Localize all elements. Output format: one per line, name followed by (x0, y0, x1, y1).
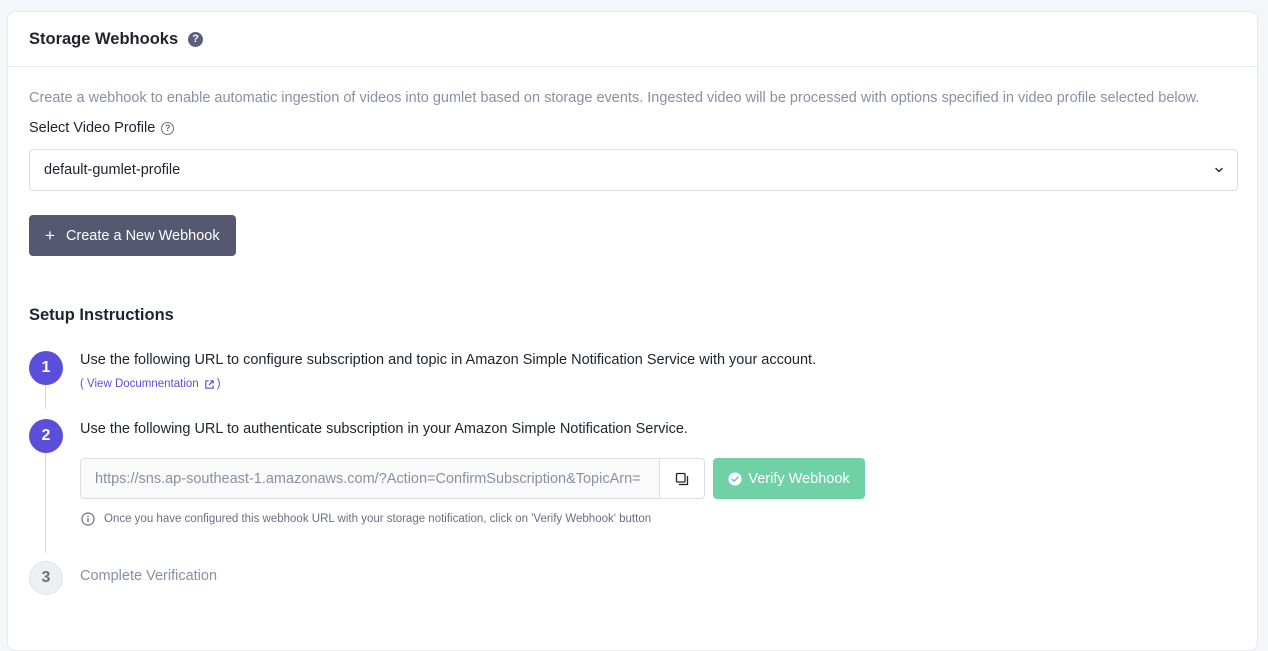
step-3-text: Complete Verification (80, 568, 218, 584)
step-1-text: Use the following URL to configure subsc… (80, 352, 817, 368)
create-webhook-button[interactable]: + Create a New Webhook (29, 215, 236, 256)
verify-hint: Once you have configured this webhook UR… (81, 512, 651, 526)
step-3-number: 3 (29, 561, 63, 595)
description-text: Create a webhook to enable automatic ing… (29, 90, 1200, 106)
step-connector-2 (45, 453, 46, 553)
setup-instructions-title: Setup Instructions (29, 306, 174, 324)
chevron-down-icon (1215, 167, 1223, 173)
webhook-url-group (80, 458, 705, 499)
question-circle-outline-icon[interactable]: ? (161, 121, 175, 135)
video-profile-selected-value: default-gumlet-profile (44, 162, 181, 178)
webhook-url-input[interactable] (81, 459, 659, 498)
step-connector-1 (45, 385, 46, 409)
copy-icon (675, 472, 689, 485)
video-profile-select[interactable]: default-gumlet-profile (29, 149, 1238, 191)
verify-webhook-label: Verify Webhook (748, 470, 850, 487)
view-documentation-link[interactable]: ( View Documnentation ) (80, 378, 221, 390)
step-2-text: Use the following URL to authenticate su… (80, 421, 688, 437)
verify-hint-text: Once you have configured this webhook UR… (104, 513, 652, 525)
verify-webhook-button[interactable]: Verify Webhook (713, 458, 865, 499)
step-1-number: 1 (29, 351, 63, 385)
view-documentation-close: ) (216, 378, 221, 390)
video-profile-label-text: Select Video Profile (29, 120, 156, 136)
info-icon (81, 512, 95, 526)
check-circle-icon (728, 472, 742, 485)
create-webhook-label: Create a New Webhook (65, 227, 220, 244)
external-link-icon (204, 379, 214, 389)
plus-icon: + (45, 226, 55, 245)
copy-url-button[interactable] (659, 459, 704, 498)
step-2-number: 2 (29, 419, 63, 453)
question-circle-icon[interactable]: ? (188, 31, 204, 47)
page-title: Storage Webhooks (29, 29, 179, 48)
storage-webhooks-card: Storage Webhooks ? Create a webhook to e… (7, 11, 1258, 651)
view-documentation-label: ( View Documnentation (80, 378, 199, 390)
card-header: Storage Webhooks ? (8, 12, 1257, 67)
video-profile-label: Select Video Profile ? (29, 120, 175, 136)
